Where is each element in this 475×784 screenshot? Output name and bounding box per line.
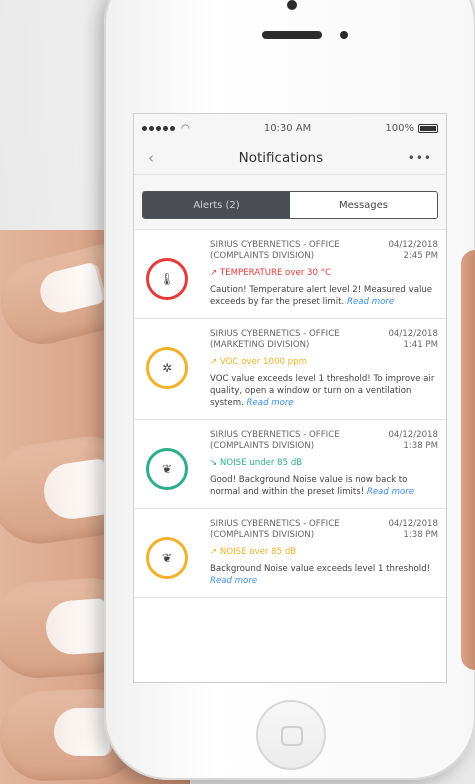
notification-time: 1:38 PM [403, 530, 438, 540]
read-more-link[interactable]: Read more [210, 576, 257, 586]
ear-icon: ❦ [146, 537, 188, 579]
page-title: Notifications [238, 150, 324, 166]
ear-icon: ❦ [146, 448, 188, 490]
fingernail [44, 597, 113, 657]
thumb [461, 250, 475, 670]
read-more-link[interactable]: Read more [347, 297, 394, 307]
notification-metric: ↗ TEMPERATURE over 30 °C [210, 268, 332, 278]
notification-location: SIRIUS CYBERNETICS - OFFICE (COMPLAINTS … [210, 430, 340, 451]
home-button[interactable] [256, 700, 326, 770]
status-time: 10:30 AM [263, 122, 312, 134]
notification-list: 🌡 SIRIUS CYBERNETICS - OFFICE (COMPLAINT… [134, 230, 446, 598]
notification-location: SIRIUS CYBERNETICS - OFFICE (COMPLAINTS … [210, 240, 340, 261]
tab-alerts[interactable]: Alerts (2) [143, 192, 290, 218]
notification-location: SIRIUS CYBERNETICS - OFFICE (MARKETING D… [210, 329, 340, 350]
notification-date: 04/12/2018 [388, 329, 438, 339]
read-more-link[interactable]: Read more [247, 398, 294, 408]
earpiece-speaker [262, 31, 322, 39]
tab-switcher: Alerts (2) Messages [134, 175, 446, 230]
tab-messages[interactable]: Messages [290, 192, 437, 218]
notification-item[interactable]: ✲ SIRIUS CYBERNETICS - OFFICE (MARKETING… [134, 319, 446, 420]
sensor-dot [340, 31, 348, 39]
read-more-link[interactable]: Read more [367, 487, 414, 497]
notification-metric: ↘ NOISE under 85 dB [210, 458, 303, 468]
more-options-icon[interactable]: ••• [408, 151, 432, 165]
notification-metric: ↗ NOISE over 85 dB [210, 547, 297, 557]
signal-strength-icon: ◠ [142, 123, 190, 134]
phone-screen: ◠ 10:30 AM 100% ‹ Notifications ••• Aler… [133, 113, 447, 683]
notification-description: Background Noise value exceeds level 1 t… [210, 564, 431, 574]
notification-description: Caution! Temperature alert level 2! Meas… [210, 285, 433, 307]
status-bar: ◠ 10:30 AM 100% [134, 114, 446, 142]
notification-date: 04/12/2018 [388, 240, 438, 250]
notification-item[interactable]: ❦ SIRIUS CYBERNETICS - OFFICE (COMPLAINT… [134, 509, 446, 598]
notification-location: SIRIUS CYBERNETICS - OFFICE (COMPLAINTS … [210, 519, 340, 540]
front-camera [287, 0, 297, 10]
thermometer-icon: 🌡 [146, 258, 188, 300]
battery-percentage: 100% [385, 122, 414, 134]
notification-date: 04/12/2018 [388, 519, 438, 529]
notification-time: 1:41 PM [403, 340, 438, 350]
notification-date: 04/12/2018 [388, 430, 438, 440]
notification-time: 1:38 PM [403, 441, 438, 451]
notification-description: VOC value exceeds level 1 threshold! To … [210, 374, 435, 408]
back-chevron-icon[interactable]: ‹ [148, 149, 154, 167]
battery-icon [417, 123, 438, 133]
nav-bar: ‹ Notifications ••• [134, 142, 446, 175]
notification-item[interactable]: 🌡 SIRIUS CYBERNETICS - OFFICE (COMPLAINT… [134, 230, 446, 319]
voc-icon: ✲ [146, 347, 188, 389]
notification-item[interactable]: ❦ SIRIUS CYBERNETICS - OFFICE (COMPLAINT… [134, 420, 446, 509]
notification-metric: ↗ VOC over 1000 ppm [210, 357, 307, 367]
notification-time: 2:45 PM [403, 251, 438, 261]
wifi-icon: ◠ [181, 122, 190, 134]
